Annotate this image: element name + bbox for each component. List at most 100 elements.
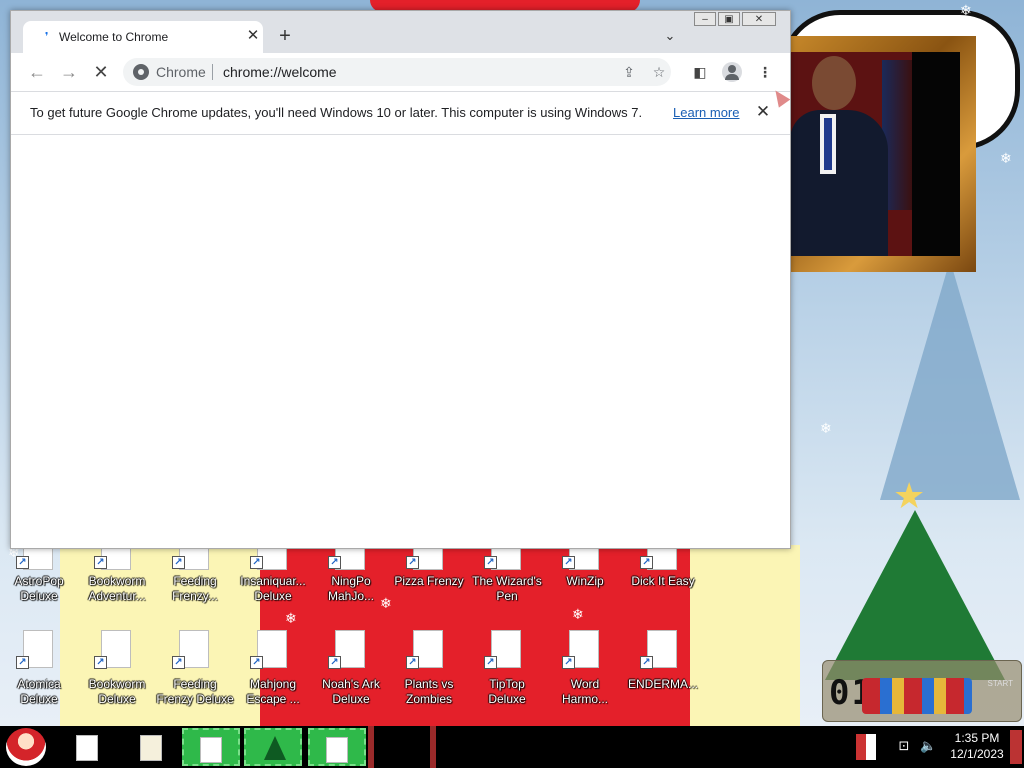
desktop-icon-insaniquarium[interactable]: ↗ Insaniquar... Deluxe [234, 548, 312, 628]
window-close-button[interactable]: ✕ [742, 12, 776, 26]
icon-label: NingPo [331, 574, 371, 588]
photo-person-body [790, 110, 888, 256]
tab-welcome[interactable]: ❜ Welcome to Chrome ✕ [23, 21, 263, 53]
desktop-icon-feeding-frenzy[interactable]: ↗ Feeding Frenzy... [156, 548, 234, 628]
chrome-logo-icon [133, 64, 149, 80]
shortcut-arrow-icon: ↗ [562, 556, 575, 569]
files-icon [140, 735, 162, 761]
show-desktop-button[interactable] [1010, 730, 1022, 764]
taskbar-item-files[interactable] [126, 728, 174, 766]
desktop-icon-mahjong-escape[interactable]: ↗ Mahjong Escape ... [234, 630, 312, 710]
stop-loading-button[interactable]: ✕ [89, 61, 113, 83]
photo-person-head [812, 56, 856, 110]
christmas-tree-widget [825, 510, 1005, 680]
desktop-icon-astropop[interactable]: ↗ AstroPop Deluxe [0, 548, 78, 628]
taskbar-item-active-tree[interactable] [244, 728, 302, 766]
share-icon[interactable]: ⇪ [619, 62, 639, 82]
desktop-icon-pizza-frenzy[interactable]: ↗ Pizza Frenzy [390, 548, 468, 628]
side-panel-icon[interactable]: ◧ [689, 61, 711, 83]
desktop-icon-noahs-ark[interactable]: ↗ Noah's Ark Deluxe [312, 630, 390, 710]
taskbar-divider [430, 726, 436, 768]
desktop-icon-enderman[interactable]: ↗ ENDERMA... [624, 630, 702, 710]
shortcut-arrow-icon: ↗ [328, 656, 341, 669]
icon-label: Deluxe [254, 589, 292, 603]
desktop-icon-atomica[interactable]: ↗ Atomica Deluxe [0, 630, 78, 710]
desktop-icon-bookworm-adventures[interactable]: ↗ Bookworm Adventur... [78, 548, 156, 628]
icon-label: TipTop [489, 677, 525, 691]
desktop-icon-ningpo-mahjong[interactable]: ↗ NingPo MahJo... [312, 548, 390, 628]
new-tab-button[interactable]: + [273, 25, 297, 49]
star-icon: ★ [893, 475, 926, 516]
icon-label: Pizza Frenzy [394, 574, 464, 588]
taskbar-clock[interactable]: 1:35 PM 12/1/2023 [942, 730, 1012, 762]
wallpaper-snowy-tree [880, 260, 1020, 500]
desktop-icon-feeding-frenzy-deluxe[interactable]: ↗ Feeding Frenzy Deluxe [156, 630, 234, 710]
learn-more-link[interactable]: Learn more [673, 105, 739, 120]
chrome-window: ❜ Welcome to Chrome ✕ + ⌄ – ▣ ✕ ← → ✕ Ch… [10, 10, 791, 549]
icon-label: Escape ... [246, 692, 300, 706]
icon-label: AstroPop [14, 574, 64, 588]
taskbar-item-active-1[interactable] [182, 728, 240, 766]
clock-start-label: START [987, 679, 1013, 688]
tab-close-button[interactable]: ✕ [243, 26, 263, 46]
document-icon [326, 737, 348, 763]
snowflake-icon: ❄ [820, 420, 832, 436]
shortcut-arrow-icon: ↗ [406, 656, 419, 669]
clock-time: 1:35 PM [954, 731, 1000, 745]
tab-title: Welcome to Chrome [59, 30, 169, 44]
address-url[interactable]: chrome://welcome [223, 64, 337, 80]
loading-favicon-icon: ❜ [45, 31, 49, 43]
back-button[interactable]: ← [25, 61, 49, 83]
snowflake-icon: ❄ [1000, 150, 1012, 166]
shortcut-arrow-icon: ↗ [172, 656, 185, 669]
desktop-icon-wizards-pen[interactable]: ↗ The Wizard's Pen [468, 548, 546, 628]
restore-button[interactable]: ▣ [718, 12, 740, 26]
page-content[interactable] [11, 135, 790, 548]
desktop-icon-plants-vs-zombies[interactable]: ↗ Plants vs Zombies [390, 630, 468, 710]
photo-person-tie [824, 118, 832, 170]
icon-label: Bookworm [88, 574, 146, 588]
bookmark-star-icon[interactable]: ☆ [649, 62, 669, 82]
shortcut-arrow-icon: ↗ [250, 556, 263, 569]
icon-label: Noah's Ark [322, 677, 380, 691]
infobar-message: To get future Google Chrome updates, you… [30, 105, 643, 120]
taskbar-item-document[interactable] [62, 728, 110, 766]
desktop-icon-word-harmony[interactable]: ↗ Word Harmo... [546, 630, 624, 710]
snowflake-icon: ❄ [960, 2, 972, 18]
profile-avatar-icon[interactable] [722, 62, 742, 82]
icon-label: Deluxe [98, 692, 136, 706]
volume-icon[interactable]: 🔈 [920, 738, 936, 754]
icon-label: Word [570, 677, 600, 691]
clock-date: 12/1/2023 [950, 747, 1004, 761]
icon-label: WinZip [566, 574, 604, 588]
icon-label: Zombies [405, 692, 452, 706]
icon-label: Insaniquar... [240, 574, 306, 588]
taskbar: ⊡ 🔈 1:35 PM 12/1/2023 [0, 726, 1024, 768]
language-flag-icon[interactable] [856, 734, 876, 760]
icon-label: Deluxe [20, 589, 58, 603]
desktop-icon-tiptop[interactable]: ↗ TipTop Deluxe [468, 630, 546, 710]
network-icon[interactable]: ⊡ [896, 738, 912, 754]
document-icon [200, 737, 222, 763]
shortcut-arrow-icon: ↗ [406, 556, 419, 569]
tab-search-chevron-icon[interactable]: ⌄ [659, 25, 681, 47]
shortcut-arrow-icon: ↗ [16, 556, 29, 569]
icon-label: Mahjong [249, 677, 297, 691]
desktop-icon-winzip[interactable]: ↗ WinZip [546, 548, 624, 628]
update-infobar: To get future Google Chrome updates, you… [11, 91, 790, 135]
photo-frame-widget[interactable] [782, 36, 976, 272]
start-button[interactable] [6, 728, 46, 766]
minimize-button[interactable]: – [694, 12, 716, 26]
document-icon [76, 735, 98, 761]
shortcut-arrow-icon: ↗ [250, 656, 263, 669]
icon-label: Adventur... [88, 589, 146, 603]
tab-strip[interactable]: ❜ Welcome to Chrome ✕ + ⌄ – ▣ ✕ [11, 11, 790, 53]
menu-kebab-icon[interactable]: ⋮ [754, 61, 776, 83]
address-chip: Chrome [156, 64, 206, 80]
desktop-icon-dick-it-easy[interactable]: ↗ Dick It Easy [624, 548, 702, 628]
desktop-icon-bookworm-deluxe[interactable]: ↗ Bookworm Deluxe [78, 630, 156, 710]
infobar-close-button[interactable]: ✕ [753, 101, 773, 123]
forward-button[interactable]: → [57, 61, 81, 83]
address-bar[interactable]: Chrome chrome://welcome ⇪ ☆ [123, 58, 671, 86]
taskbar-item-active-2[interactable] [308, 728, 366, 766]
